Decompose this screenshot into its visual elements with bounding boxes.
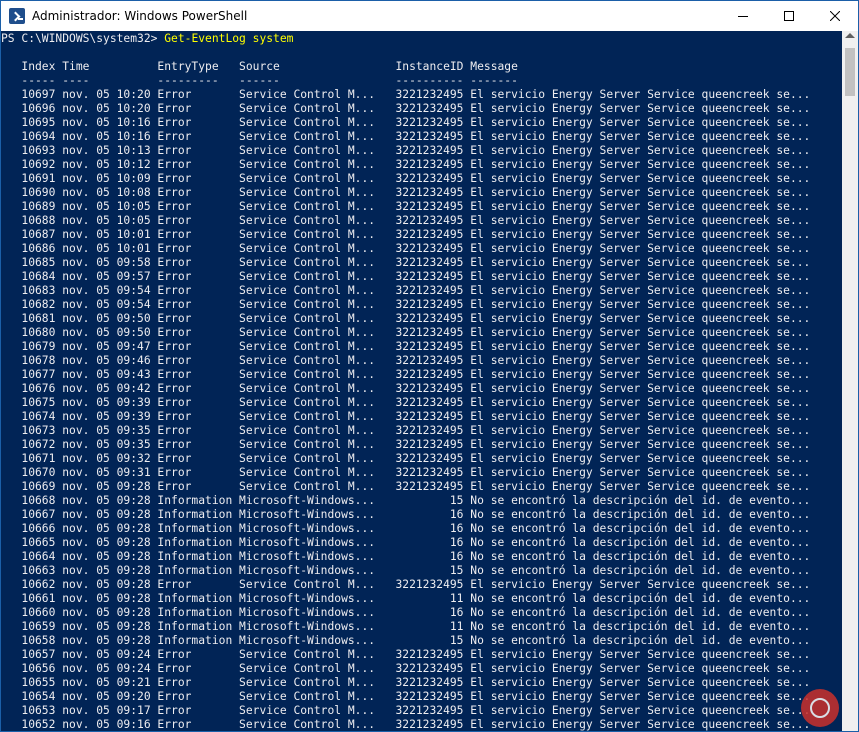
powershell-window: Administrador: Windows PowerShell PS C:\… xyxy=(0,0,859,732)
console-line: 10671 nov. 05 09:32 Error Service Contro… xyxy=(1,452,811,465)
console-line: 10663 nov. 05 09:28 Information Microsof… xyxy=(1,564,811,577)
command-text: Get-EventLog system xyxy=(164,32,294,45)
prompt-line: PS C:\WINDOWS\system32> Get-EventLog sys… xyxy=(1,32,293,46)
console-line: 10690 nov. 05 10:08 Error Service Contro… xyxy=(1,186,811,199)
console-line: 10677 nov. 05 09:43 Error Service Contro… xyxy=(1,368,811,381)
console-line: 10688 nov. 05 10:05 Error Service Contro… xyxy=(1,214,811,227)
console-line: 10682 nov. 05 09:54 Error Service Contro… xyxy=(1,298,811,311)
minimize-icon xyxy=(738,16,748,17)
close-button[interactable] xyxy=(812,1,858,31)
console-line: 10692 nov. 05 10:12 Error Service Contro… xyxy=(1,158,811,171)
console-line: 10668 nov. 05 09:28 Information Microsof… xyxy=(1,494,811,507)
scrollbar-thumb[interactable] xyxy=(845,48,855,96)
console-line: 10662 nov. 05 09:28 Error Service Contro… xyxy=(1,578,811,591)
console-line: 10681 nov. 05 09:50 Error Service Contro… xyxy=(1,312,811,325)
console-line: 10691 nov. 05 10:09 Error Service Contro… xyxy=(1,172,811,185)
title-bar[interactable]: Administrador: Windows PowerShell xyxy=(1,1,858,31)
watermark-logo xyxy=(801,689,839,727)
console-line: 10654 nov. 05 09:20 Error Service Contro… xyxy=(1,690,811,703)
console-line: Index Time EntryType Source InstanceID M… xyxy=(1,60,518,73)
console-line: 10695 nov. 05 10:16 Error Service Contro… xyxy=(1,116,811,129)
maximize-icon xyxy=(784,11,794,21)
console-line: 10658 nov. 05 09:28 Information Microsof… xyxy=(1,634,811,647)
console-line: 10678 nov. 05 09:46 Error Service Contro… xyxy=(1,354,811,367)
console-line: 10694 nov. 05 10:16 Error Service Contro… xyxy=(1,130,811,143)
console-line: 10689 nov. 05 10:05 Error Service Contro… xyxy=(1,200,811,213)
console-line: 10687 nov. 05 10:01 Error Service Contro… xyxy=(1,228,811,241)
watermark-logo-icon xyxy=(810,698,830,718)
console-line: 10685 nov. 05 09:58 Error Service Contro… xyxy=(1,256,811,269)
console-line: 10693 nov. 05 10:13 Error Service Contro… xyxy=(1,144,811,157)
console-line: 10676 nov. 05 09:42 Error Service Contro… xyxy=(1,382,811,395)
console-line: 10652 nov. 05 09:16 Error Service Contro… xyxy=(1,718,811,731)
console-line: 10684 nov. 05 09:57 Error Service Contro… xyxy=(1,270,811,283)
console-line: 10683 nov. 05 09:54 Error Service Contro… xyxy=(1,284,811,297)
console-line: 10655 nov. 05 09:21 Error Service Contro… xyxy=(1,676,811,689)
console-output[interactable]: PS C:\WINDOWS\system32> Get-EventLog sys… xyxy=(1,31,842,731)
console-line: 10686 nov. 05 10:01 Error Service Contro… xyxy=(1,242,811,255)
console-line: 10667 nov. 05 09:28 Information Microsof… xyxy=(1,508,811,521)
console-line: 10661 nov. 05 09:28 Information Microsof… xyxy=(1,592,811,605)
console-line: 10674 nov. 05 09:39 Error Service Contro… xyxy=(1,410,811,423)
vertical-scrollbar[interactable] xyxy=(842,31,858,731)
prompt-text: PS C:\WINDOWS\system32> xyxy=(1,32,165,45)
console-line: 10670 nov. 05 09:31 Error Service Contro… xyxy=(1,466,811,479)
close-icon xyxy=(830,11,840,21)
console-line: 10673 nov. 05 09:35 Error Service Contro… xyxy=(1,424,811,437)
window-controls xyxy=(720,1,858,31)
minimize-button[interactable] xyxy=(720,1,766,31)
console-line: 10672 nov. 05 09:35 Error Service Contro… xyxy=(1,438,811,451)
console-line: 10657 nov. 05 09:24 Error Service Contro… xyxy=(1,648,811,661)
window-title: Administrador: Windows PowerShell xyxy=(32,9,248,23)
console-line: 10659 nov. 05 09:28 Information Microsof… xyxy=(1,620,811,633)
console-line: 10656 nov. 05 09:24 Error Service Contro… xyxy=(1,662,811,675)
console-line: 10669 nov. 05 09:28 Error Service Contro… xyxy=(1,480,811,493)
console-line: 10660 nov. 05 09:28 Information Microsof… xyxy=(1,606,811,619)
console-line: 10666 nov. 05 09:28 Information Microsof… xyxy=(1,522,811,535)
powershell-icon xyxy=(9,8,25,24)
console-line: 10675 nov. 05 09:39 Error Service Contro… xyxy=(1,396,811,409)
console-line: 10679 nov. 05 09:47 Error Service Contro… xyxy=(1,340,811,353)
console-line: 10680 nov. 05 09:50 Error Service Contro… xyxy=(1,326,811,339)
console-line: 10653 nov. 05 09:17 Error Service Contro… xyxy=(1,704,811,717)
console-line: 10664 nov. 05 09:28 Information Microsof… xyxy=(1,550,811,563)
console-line: 10697 nov. 05 10:20 Error Service Contro… xyxy=(1,88,811,101)
console-line: 10696 nov. 05 10:20 Error Service Contro… xyxy=(1,102,811,115)
console-line: ----- ---- --------- ------ ---------- -… xyxy=(1,74,518,87)
scroll-up-arrow-icon[interactable] xyxy=(845,33,855,38)
maximize-button[interactable] xyxy=(766,1,812,31)
console-line: 10665 nov. 05 09:28 Information Microsof… xyxy=(1,536,811,549)
